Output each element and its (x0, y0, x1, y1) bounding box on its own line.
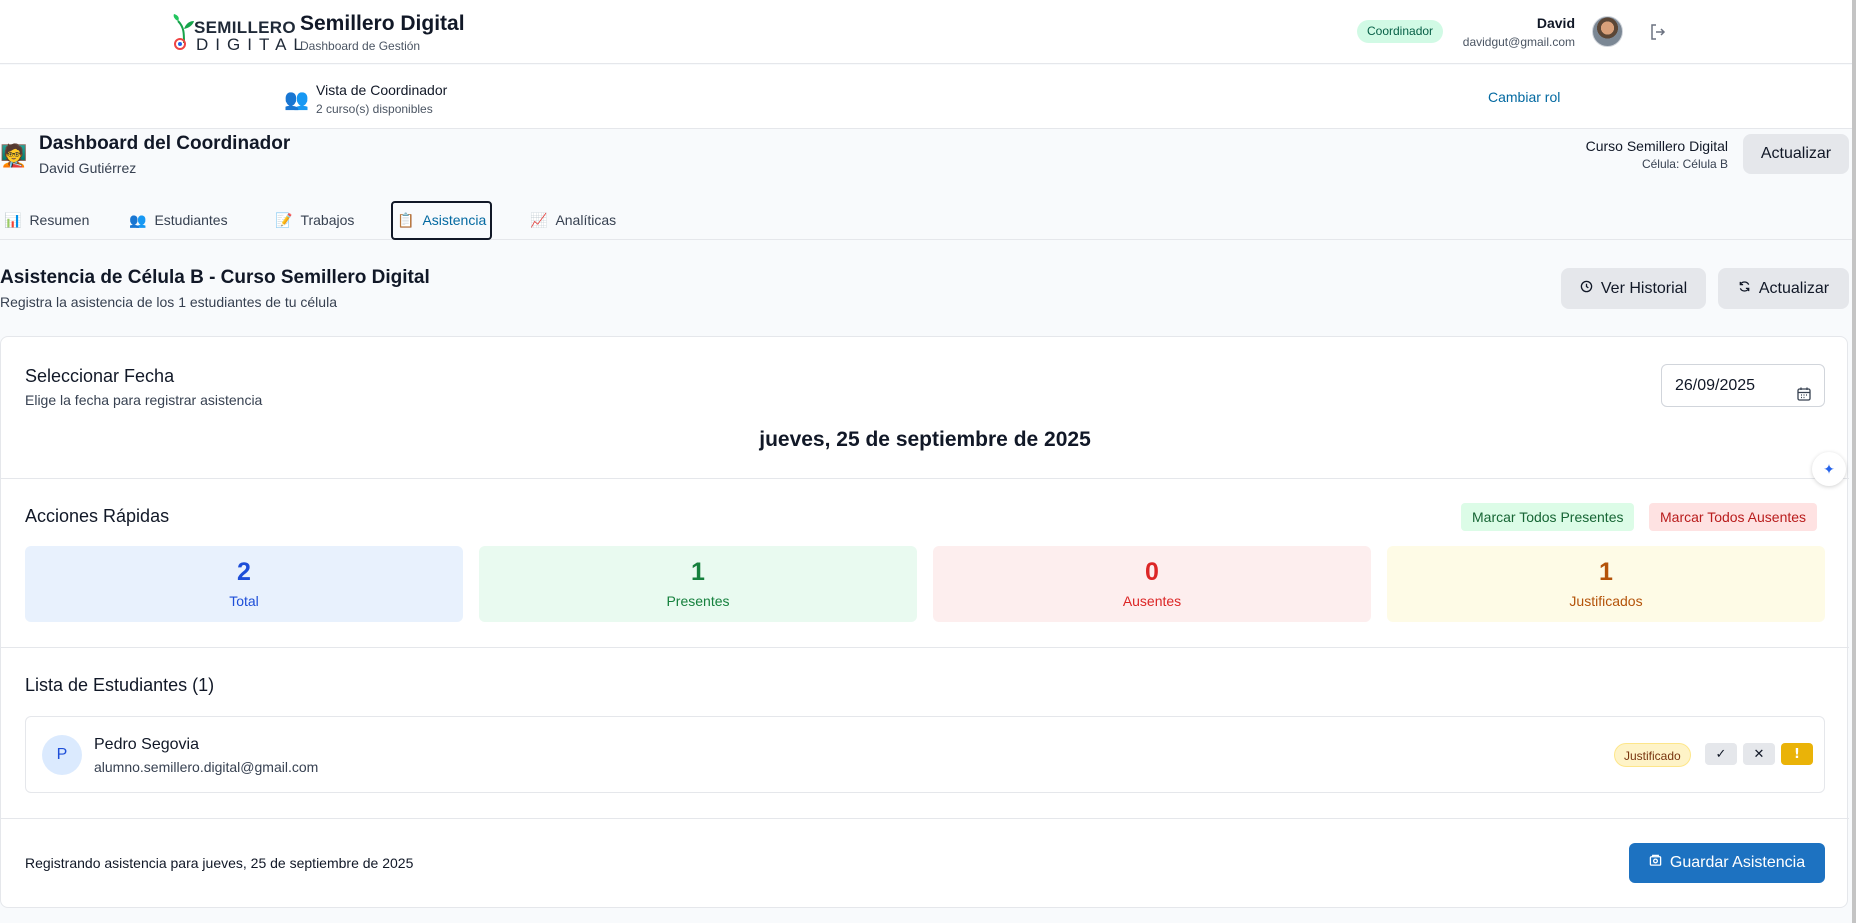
mark-justified-button[interactable]: ! (1781, 743, 1813, 765)
quick-actions-title: Acciones Rápidas (25, 506, 170, 526)
users-icon: 👥 (284, 89, 309, 111)
clipboard-icon: 📋 (397, 212, 415, 228)
clock-icon (1580, 280, 1593, 296)
tab-trabajos[interactable]: 📝 Trabajos (275, 201, 354, 240)
tab-estudiantes[interactable]: 👥 Estudiantes (129, 201, 228, 240)
role-badge: Coordinador (1357, 20, 1444, 43)
app-title: Semillero Digital (300, 12, 465, 35)
calendar-icon[interactable] (1796, 377, 1812, 401)
top-header: SEMILLERO DIGITAL Semillero Digital Dash… (0, 0, 1852, 64)
mark-all-present-button[interactable]: Marcar Todos Presentes (1461, 503, 1635, 531)
attendance-subtitle: Registra la asistencia de los 1 estudian… (0, 294, 337, 310)
attendance-title: Asistencia de Célula B - Curso Semillero… (0, 267, 430, 288)
course-cell: Célula: Célula B (1641, 157, 1728, 171)
mark-all-absent-button[interactable]: Marcar Todos Ausentes (1649, 503, 1818, 531)
stat-label: Total (229, 593, 259, 609)
refresh-label: Actualizar (1758, 279, 1830, 297)
student-avatar: P (42, 735, 82, 775)
line-chart-icon: 📈 (530, 212, 548, 228)
logo-text-bottom: DIGITAL (196, 35, 310, 54)
date-input[interactable]: 26/09/2025 (1661, 364, 1825, 407)
refresh-dashboard-button[interactable]: Actualizar (1743, 134, 1849, 174)
memo-icon: 📝 (275, 212, 293, 228)
stat-label: Presentes (666, 593, 730, 609)
refresh-attendance-button[interactable]: Actualizar (1718, 268, 1849, 309)
users-icon: 👥 (129, 212, 147, 228)
stat-present: 1 Presentes (479, 546, 917, 622)
app-subtitle: Dashboard de Gestión (300, 39, 421, 53)
role-bar: 👥 Vista de Coordinador 2 curso(s) dispon… (0, 65, 1852, 129)
student-email: alumno.semillero.digital@gmail.com (94, 759, 319, 775)
save-icon (1649, 854, 1662, 870)
tab-label: Analíticas (555, 212, 617, 228)
stat-absent: 0 Ausentes (933, 546, 1371, 622)
scrollbar-thumb[interactable] (1852, 0, 1856, 923)
student-list-title: Lista de Estudiantes (1) (25, 675, 215, 695)
course-name: Curso Semillero Digital (1585, 138, 1728, 154)
stat-label: Ausentes (1122, 593, 1182, 609)
tab-resumen[interactable]: 📊 Resumen (4, 201, 89, 240)
dashboard-title: Dashboard del Coordinador (39, 133, 291, 154)
divider (1, 818, 1849, 819)
user-email: davidgut@gmail.com (1462, 35, 1575, 49)
tab-bar: 📊 Resumen 👥 Estudiantes 📝 Trabajos 📋 Asisten… (0, 201, 1852, 240)
mark-absent-button[interactable]: ✕ (1743, 743, 1775, 765)
stat-value: 2 (237, 558, 251, 586)
logout-icon[interactable] (1648, 22, 1668, 42)
course-count: 2 curso(s) disponibles (316, 102, 433, 116)
stat-total: 2 Total (25, 546, 463, 622)
sprout-logo-icon (173, 14, 194, 50)
tab-label: Estudiantes (154, 212, 228, 228)
stat-value: 0 (1145, 558, 1159, 586)
divider (1, 647, 1849, 648)
selected-date-long: jueves, 25 de septiembre de 2025 (759, 428, 1091, 451)
stat-value: 1 (1599, 558, 1613, 586)
status-badge: Justificado (1614, 743, 1691, 767)
user-avatar[interactable] (1592, 16, 1623, 47)
select-date-subtitle: Elige la fecha para registrar asistencia (25, 392, 263, 408)
bar-chart-icon: 📊 (4, 212, 22, 228)
stat-value: 1 (691, 558, 705, 586)
tab-label: Resumen (29, 212, 90, 228)
app-logo[interactable]: SEMILLERO DIGITAL (172, 13, 303, 54)
registering-for-text: Registrando asistencia para jueves, 25 d… (25, 855, 414, 871)
mark-present-button[interactable]: ✓ (1705, 743, 1737, 765)
view-history-label: Ver Historial (1600, 279, 1688, 297)
select-date-title: Seleccionar Fecha (25, 366, 175, 386)
save-attendance-button[interactable]: Guardar Asistencia (1629, 843, 1825, 883)
divider (1, 478, 1849, 479)
teacher-icon: 🧑‍🏫 (0, 143, 28, 168)
save-attendance-label: Guardar Asistencia (1669, 854, 1806, 871)
user-name: David (1536, 15, 1575, 31)
stat-justified: 1 Justificados (1387, 546, 1825, 622)
tab-asistencia[interactable]: 📋 Asistencia (391, 201, 493, 240)
attendance-card: Seleccionar Fecha Elige la fecha para re… (0, 336, 1849, 908)
student-row: P Pedro Segovia alumno.semillero.digital… (25, 716, 1825, 793)
tab-label: Asistencia (422, 212, 487, 228)
tab-label: Trabajos (300, 212, 355, 228)
tab-analiticas[interactable]: 📈 Analíticas (530, 201, 616, 240)
change-role-link[interactable]: Cambiar rol (1488, 89, 1560, 105)
date-value: 26/09/2025 (1675, 377, 1756, 394)
role-view-title: Vista de Coordinador (316, 82, 448, 98)
sparkle-icon[interactable]: ✦ (1812, 452, 1846, 486)
view-history-button[interactable]: Ver Historial (1561, 268, 1706, 309)
student-name: Pedro Segovia (94, 736, 199, 753)
refresh-icon (1738, 280, 1751, 296)
dashboard-user: David Gutiérrez (39, 160, 137, 176)
stat-label: Justificados (1569, 593, 1643, 609)
